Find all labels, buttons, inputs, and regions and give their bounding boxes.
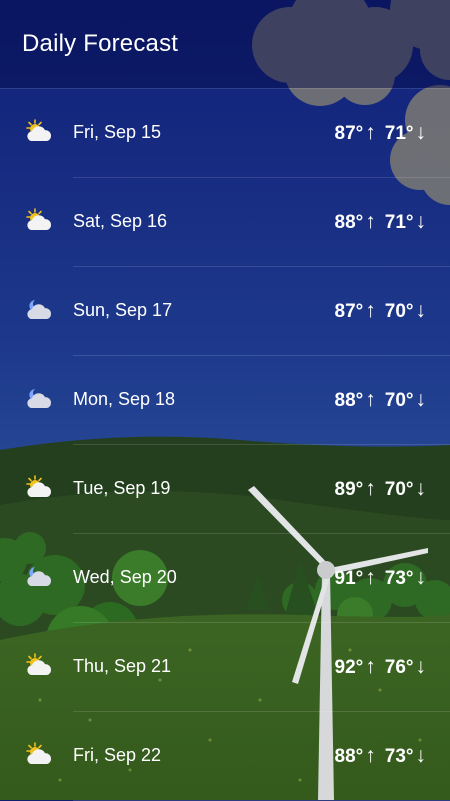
forecast-date: Thu, Sep 21 — [73, 656, 172, 676]
down-arrow-icon: ↓ — [415, 121, 427, 144]
partly-sunny-icon — [24, 742, 56, 768]
forecast-temps: 87°↑ 70°↓ — [335, 299, 426, 323]
down-arrow-icon: ↓ — [415, 210, 427, 233]
up-arrow-icon: ↑ — [365, 744, 376, 767]
forecast-row[interactable]: Mon, Sep 18 88°↑ 70°↓ — [0, 356, 450, 445]
partly-sunny-icon — [24, 119, 56, 145]
partly-cloudy-night-icon — [24, 386, 56, 412]
forecast-date: Sat, Sep 16 — [73, 211, 168, 231]
partly-cloudy-night-icon — [24, 297, 56, 323]
high-temp: 91° — [334, 568, 364, 589]
forecast-temps: 89°↑ 70°↓ — [335, 477, 426, 501]
up-arrow-icon: ↑ — [365, 388, 376, 411]
forecast-temps: 87°↑ 71°↓ — [335, 121, 426, 145]
forecast-row[interactable]: Wed, Sep 20 91°↑ 73°↓ — [0, 534, 450, 623]
forecast-date: Sun, Sep 17 — [73, 300, 173, 320]
down-arrow-icon: ↓ — [415, 566, 427, 589]
forecast-row[interactable]: Sun, Sep 17 87°↑ 70°↓ — [0, 267, 450, 356]
forecast-temps: 88°↑ 73°↓ — [335, 744, 426, 768]
header: Daily Forecast — [0, 0, 450, 88]
forecast-date: Wed, Sep 20 — [73, 567, 177, 587]
partly-sunny-icon — [24, 475, 56, 501]
forecast-temps: 88°↑ 70°↓ — [335, 388, 426, 412]
forecast-date: Fri, Sep 15 — [73, 122, 162, 142]
low-temp: 70° — [384, 301, 414, 322]
partly-sunny-icon — [24, 208, 56, 234]
forecast-list: Fri, Sep 15 87°↑ 71°↓ Sat, Sep 16 88°↑ 71°… — [0, 89, 450, 801]
down-arrow-icon: ↓ — [415, 299, 427, 322]
down-arrow-icon: ↓ — [415, 744, 427, 767]
forecast-temps: 91°↑ 73°↓ — [335, 566, 426, 590]
forecast-temps: 92°↑ 76°↓ — [335, 655, 426, 679]
up-arrow-icon: ↑ — [365, 566, 376, 589]
forecast-row[interactable]: Sat, Sep 16 88°↑ 71°↓ — [0, 178, 450, 267]
high-temp: 92° — [334, 657, 364, 678]
up-arrow-icon: ↑ — [365, 299, 376, 322]
partly-cloudy-night-icon — [24, 564, 56, 590]
up-arrow-icon: ↑ — [365, 477, 376, 500]
high-temp: 88° — [334, 390, 364, 411]
low-temp: 73° — [384, 746, 414, 767]
low-temp: 71° — [384, 123, 414, 144]
low-temp: 70° — [384, 479, 414, 500]
page-title: Daily Forecast — [22, 30, 179, 57]
forecast-row[interactable]: Fri, Sep 22 88°↑ 73°↓ — [0, 712, 450, 801]
forecast-temps: 88°↑ 71°↓ — [335, 210, 426, 234]
low-temp: 76° — [384, 657, 414, 678]
up-arrow-icon: ↑ — [365, 210, 376, 233]
low-temp: 73° — [384, 568, 414, 589]
high-temp: 87° — [334, 301, 364, 322]
low-temp: 71° — [384, 212, 414, 233]
down-arrow-icon: ↓ — [415, 388, 427, 411]
up-arrow-icon: ↑ — [365, 121, 376, 144]
high-temp: 88° — [334, 746, 364, 767]
forecast-row[interactable]: Fri, Sep 15 87°↑ 71°↓ — [0, 89, 450, 178]
high-temp: 87° — [334, 123, 364, 144]
forecast-row[interactable]: Thu, Sep 21 92°↑ 76°↓ — [0, 623, 450, 712]
forecast-date: Mon, Sep 18 — [73, 389, 176, 409]
low-temp: 70° — [384, 390, 414, 411]
forecast-row[interactable]: Tue, Sep 19 89°↑ 70°↓ — [0, 445, 450, 534]
up-arrow-icon: ↑ — [365, 655, 376, 678]
high-temp: 88° — [334, 212, 364, 233]
partly-sunny-icon — [24, 653, 56, 679]
high-temp: 89° — [334, 479, 364, 500]
down-arrow-icon: ↓ — [415, 655, 427, 678]
forecast-date: Tue, Sep 19 — [73, 478, 171, 498]
down-arrow-icon: ↓ — [415, 477, 427, 500]
forecast-date: Fri, Sep 22 — [73, 745, 162, 765]
